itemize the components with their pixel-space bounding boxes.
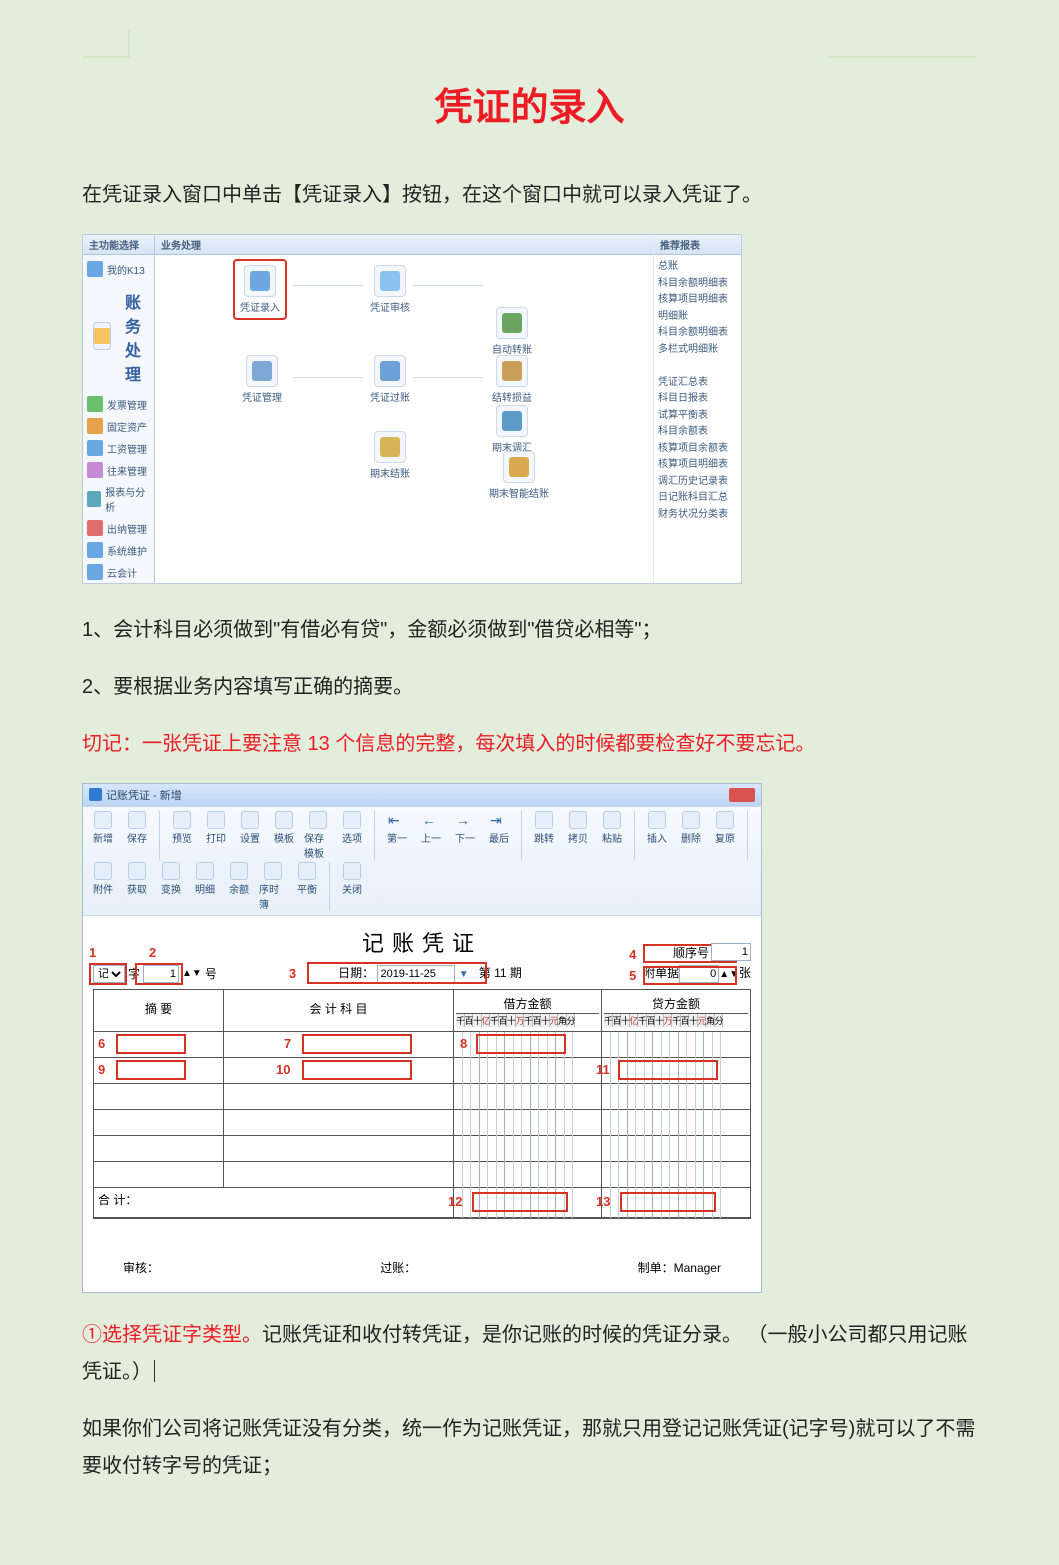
screenshot-flow: 主功能选择 我的K13 账务处理 发票管理固定资产工资管理往来管理报表与分析出纳… [82,234,742,584]
remind-text: 切记：一张凭证上要注意 13 个信息的完整，每次填入的时候都要检查好不要忘记。 [82,726,977,763]
module-title: 账务处理 [121,285,150,387]
sidebar-item[interactable]: 往来管理 [83,459,154,481]
sidebar-item[interactable]: 固定资产 [83,415,154,437]
report-link[interactable]: 科目余额明细表 [658,325,737,342]
sidebar-item[interactable]: 出纳管理 [83,517,154,539]
sidebar-item[interactable]: 系统维护 [83,539,154,561]
report-link[interactable]: 科目余额表 [658,424,737,441]
page-title: 凭证的录入 [82,76,977,131]
tb-第一[interactable]: ⇤第一 [383,811,411,860]
col-credit: 贷方金额 千百十亿千百十万千百十元角分 [602,990,750,1031]
reviewer-label: 审核： [123,1259,159,1276]
s1-hdr-right: 推荐报表 [654,235,741,255]
s1-hdr-left: 主功能选择 [83,235,154,255]
sidebar-item[interactable]: 云会计 [83,561,154,583]
screenshot-voucher: 记账凭证 - 新增 新增保存预览打印设置模板保存模板选项 ⇤第一←上一→下一⇥最后… [82,783,762,1293]
step1-text: ①选择凭证字类型。记账凭证和收付转凭证，是你记账的时候的凭证分录。 （一般小公司… [82,1317,977,1391]
maker-label: 制单：Manager [638,1259,721,1276]
s1-my[interactable]: 我的K13 [83,255,154,283]
tb-下一[interactable]: →下一 [451,811,479,860]
poster-label: 过账： [380,1259,416,1276]
tb-获取[interactable]: 获取 [123,862,151,911]
tb-附件[interactable]: 附件 [89,862,117,911]
module-icon [93,322,111,350]
intro-text: 在凭证录入窗口中单击【凭证录入】按钮，在这个窗口中就可以录入凭证了。 [82,177,977,214]
tb-粘贴[interactable]: 粘贴 [598,811,626,860]
tb-保存模板[interactable]: 保存模板 [304,811,332,860]
tb-余额[interactable]: 余额 [225,862,253,911]
rule-1: 1、会计科目必须做到"有借必有贷"，金额必须做到"借贷必相等"； [82,612,977,649]
flow-voucher-entry[interactable]: 凭证录入 [233,259,287,320]
flow-period-close[interactable]: 期末结账 [363,431,417,480]
report-link [658,358,737,375]
report-link[interactable]: 调汇历史记录表 [658,474,737,491]
tb-序时簿[interactable]: 序时簿 [259,862,287,911]
step1-text2: 如果你们公司将记账凭证没有分类，统一作为记账凭证，那就只用登记记账凭证(记字号)… [82,1411,977,1485]
flow-auto-transfer[interactable]: 自动转账 [485,307,539,356]
tb-平衡[interactable]: 平衡 [293,862,321,911]
tb-设置[interactable]: 设置 [236,811,264,860]
sidebar-item[interactable]: 报表与分析 [83,481,154,517]
col-debit: 借方金额 千百十亿千百十万千百十元角分 [454,990,602,1031]
tb-关闭[interactable]: 关闭 [338,862,366,911]
report-link[interactable]: 核算项目余额表 [658,441,737,458]
tb-打印[interactable]: 打印 [202,811,230,860]
report-link[interactable]: 财务状况分类表 [658,507,737,524]
report-link[interactable]: 明细账 [658,309,737,326]
flow-period-adjust[interactable]: 期末调汇 [485,405,539,454]
flow-voucher-post[interactable]: 凭证过账 [363,355,417,404]
flow-carry-profit[interactable]: 结转损益 [485,355,539,404]
tb-删除[interactable]: 删除 [677,811,705,860]
app-icon [89,788,102,801]
tb-明细[interactable]: 明细 [191,862,219,911]
total-label: 合 计： [94,1188,454,1217]
col-summary: 摘 要 [94,990,224,1031]
tb-新增[interactable]: 新增 [89,811,117,860]
report-link[interactable]: 凭证汇总表 [658,375,737,392]
flow-voucher-review[interactable]: 凭证审核 [363,265,417,314]
sidebar-item[interactable]: 工资管理 [83,437,154,459]
seq-input[interactable] [711,943,751,961]
report-link[interactable]: 多栏式明细账 [658,342,737,359]
tb-选项[interactable]: 选项 [338,811,366,860]
tb-预览[interactable]: 预览 [168,811,196,860]
report-link[interactable]: 核算项目明细表 [658,457,737,474]
tb-上一[interactable]: ←上一 [417,811,445,860]
flow-voucher-mgmt[interactable]: 凭证管理 [235,355,289,404]
tb-变换[interactable]: 变换 [157,862,185,911]
tb-模板[interactable]: 模板 [270,811,298,860]
tb-最后[interactable]: ⇥最后 [485,811,513,860]
tb-拷贝[interactable]: 拷贝 [564,811,592,860]
window-title: 记账凭证 - 新增 [106,790,182,802]
tb-插入[interactable]: 插入 [643,811,671,860]
s1-hdr-mid: 业务处理 [155,235,653,255]
report-link[interactable]: 试算平衡表 [658,408,737,425]
report-link[interactable]: 总账 [658,259,737,276]
close-icon[interactable] [729,788,755,802]
report-link[interactable]: 核算项目明细表 [658,292,737,309]
report-link[interactable]: 科目日报表 [658,391,737,408]
rule-2: 2、要根据业务内容填写正确的摘要。 [82,669,977,706]
tb-复原[interactable]: 复原 [711,811,739,860]
col-subject: 会 计 科 目 [224,990,454,1031]
report-link[interactable]: 日记账科目汇总 [658,490,737,507]
flow-smart-close[interactable]: 期末智能结账 [485,451,553,500]
tb-跳转[interactable]: 跳转 [530,811,558,860]
report-link[interactable]: 科目余额明细表 [658,276,737,293]
sidebar-item[interactable]: 发票管理 [83,393,154,415]
tb-保存[interactable]: 保存 [123,811,151,860]
